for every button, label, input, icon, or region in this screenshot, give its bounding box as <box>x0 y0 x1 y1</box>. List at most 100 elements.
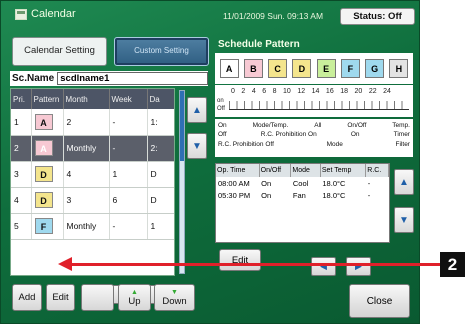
callout-number-badge: 2 <box>440 252 465 277</box>
op-onoff: On <box>261 190 272 200</box>
legend-item: Filter <box>395 140 410 148</box>
row-day: 1: <box>147 109 174 136</box>
move-up-button[interactable]: ▲ Up <box>118 284 151 311</box>
row-pattern: D <box>31 187 64 214</box>
calendar-list-panel: Calendar Setting Custom Setting Sc.Name … <box>8 33 210 323</box>
schedule-name-field[interactable]: scdlname1 <box>57 72 208 85</box>
op-set-temp: 18.0°C <box>322 178 346 188</box>
hour-label: 6 <box>262 88 267 95</box>
pattern-next-button[interactable]: ▶ <box>346 257 371 276</box>
legend-item: All <box>314 122 322 129</box>
callout-line <box>70 263 441 266</box>
pattern-f-button[interactable]: F <box>340 59 360 78</box>
legend-item: R.C. Prohibition Off <box>218 140 274 148</box>
legend-item: Mode/Temp. <box>252 122 289 129</box>
row-week: - <box>109 213 148 240</box>
legend-item: On <box>350 131 360 139</box>
app-title-text: Calendar <box>31 8 76 20</box>
tab-calendar-setting[interactable]: Calendar Setting <box>12 37 107 66</box>
operation-scroll-up-button[interactable]: ▲ <box>394 169 414 195</box>
tab-custom-setting[interactable]: Custom Setting <box>114 37 209 66</box>
column-header: Set Temp <box>320 164 367 177</box>
op-time: 08:00 AM <box>218 178 250 188</box>
table-row[interactable]: 1 A 2 - 1: <box>11 109 174 136</box>
scroll-down-button[interactable]: ▼ <box>187 133 207 159</box>
schedule-pattern-panel: Schedule Pattern A B C D E F G H 0 2 4 6… <box>215 39 415 324</box>
column-header: Month <box>63 89 110 109</box>
column-header: Week <box>109 89 148 109</box>
app-title: Calendar <box>15 8 76 20</box>
status-button[interactable]: Status: Off <box>340 8 415 25</box>
pattern-a-button[interactable]: A <box>219 59 239 78</box>
op-rc: - <box>367 178 371 188</box>
pattern-edit-button[interactable]: Edit <box>219 249 261 271</box>
column-header: Pri. <box>11 89 32 109</box>
pattern-d-button[interactable]: D <box>292 59 312 78</box>
row-priority: 4 <box>11 187 32 214</box>
pattern-badge: A <box>34 113 53 130</box>
column-header: Da <box>147 89 174 109</box>
legend-row: Off R.C. Prohibition On On Timer <box>218 130 410 139</box>
table-scrollbar[interactable] <box>179 90 185 274</box>
down-arrow-icon: ▼ <box>399 214 409 226</box>
column-header: On/Off <box>259 164 292 177</box>
scrollbar-thumb[interactable] <box>180 91 184 161</box>
current-datetime: 11/01/2009 Sun. 09:13 AM <box>223 11 324 21</box>
row-pattern: A <box>31 135 64 162</box>
hour-label: 20 <box>354 88 363 95</box>
op-onoff: On <box>261 178 272 188</box>
move-down-button[interactable]: ▼ Down <box>154 284 195 311</box>
row-pattern: F <box>31 213 64 240</box>
move-down-label: Down <box>162 295 187 307</box>
pattern-badge: F <box>34 218 53 234</box>
table-row[interactable]: 4 D 3 6 D <box>11 187 174 214</box>
pattern-h-button[interactable]: H <box>389 59 409 78</box>
up-arrow-icon: ▲ <box>192 104 202 116</box>
legend: On Mode/Temp. All On/Off Temp. Off R.C. … <box>215 119 413 157</box>
schedule-name-label: Sc.Name <box>12 73 55 84</box>
move-up-label: Up <box>128 295 141 307</box>
scroll-up-button[interactable]: ▲ <box>187 97 207 123</box>
timeline-track <box>229 101 409 110</box>
schedule-table-header: Pri. Pattern Month Week Da <box>11 89 174 109</box>
op-mode: Cool <box>292 178 309 188</box>
delete-button[interactable] <box>81 284 114 311</box>
row-month: 2 <box>63 109 110 136</box>
row-priority: 2 <box>11 135 32 162</box>
hour-label: 8 <box>272 88 277 95</box>
row-week: - <box>109 135 148 162</box>
row-day: D <box>147 187 174 214</box>
timeline-hours: 0 2 4 6 8 10 12 14 16 18 20 22 24 <box>231 88 391 95</box>
pattern-prev-button[interactable]: ◀ <box>311 257 336 276</box>
hour-label: 0 <box>231 88 235 95</box>
up-arrow-icon: ▲ <box>131 288 138 296</box>
operation-scroll-down-button[interactable]: ▼ <box>394 207 414 233</box>
close-button[interactable]: Close <box>349 284 410 318</box>
pattern-e-button[interactable]: E <box>316 59 336 78</box>
pattern-c-button[interactable]: C <box>268 59 288 78</box>
row-month: Monthly <box>63 135 110 162</box>
column-header: Mode <box>290 164 321 177</box>
operation-table-header: Op. Time On/Off Mode Set Temp R.C. <box>216 164 389 177</box>
row-month: 3 <box>63 187 110 214</box>
pattern-b-button[interactable]: B <box>243 59 263 78</box>
edit-button[interactable]: Edit <box>46 284 75 311</box>
row-week: - <box>109 109 148 136</box>
pattern-timeline: 0 2 4 6 8 10 12 14 16 18 20 22 24 on Off <box>215 85 413 117</box>
table-row[interactable]: 08:00 AM On Cool 18.0°C - <box>216 177 389 189</box>
down-arrow-icon: ▼ <box>171 288 178 296</box>
legend-item: Timer <box>393 131 410 139</box>
hour-label: 18 <box>340 88 349 95</box>
schedule-table: Pri. Pattern Month Week Da 1 A 2 - 1: 2 … <box>10 88 175 276</box>
table-row[interactable]: 05:30 PM On Fan 18.0°C - <box>216 189 389 201</box>
column-header: Pattern <box>31 89 64 109</box>
table-row[interactable]: 3 D 4 1 D <box>11 161 174 188</box>
pattern-badge: D <box>34 166 53 182</box>
hour-label: 4 <box>251 88 256 95</box>
row-priority: 5 <box>11 213 32 240</box>
table-row[interactable]: 5 F Monthly - 1 <box>11 213 174 240</box>
add-button[interactable]: Add <box>12 284 42 311</box>
pattern-g-button[interactable]: G <box>365 59 385 78</box>
hour-label: 14 <box>311 88 320 95</box>
table-row-selected[interactable]: 2 A Monthly - 2: <box>11 135 174 162</box>
